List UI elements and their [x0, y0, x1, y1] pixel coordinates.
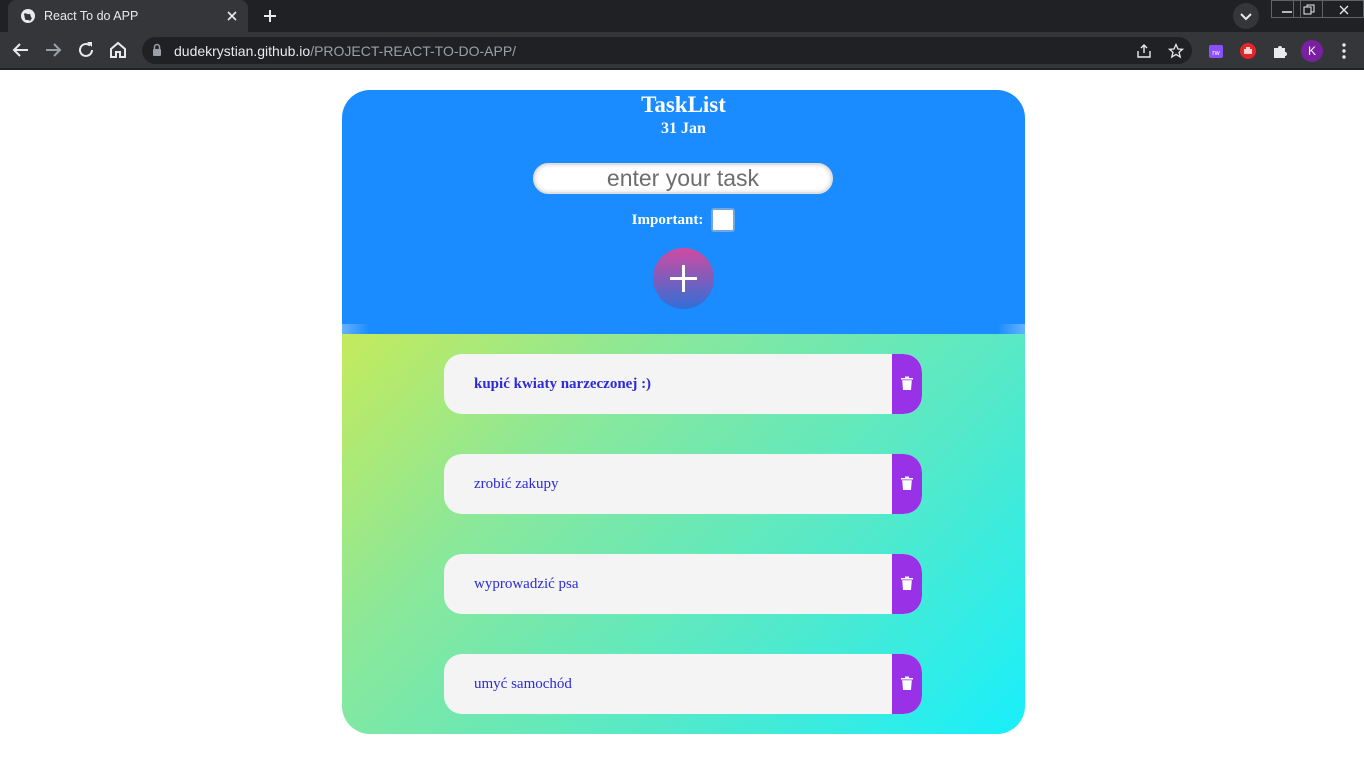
delete-task-button[interactable]	[892, 654, 922, 714]
extensions-puzzle-icon[interactable]	[1270, 41, 1290, 61]
home-icon[interactable]	[106, 38, 130, 62]
browser-toolbar: dudekrystian.github.io/PROJECT-REACT-TO-…	[0, 32, 1364, 68]
task-text: kupić kwiaty narzeczonej :)	[474, 376, 652, 392]
task-text: umyć samochód	[474, 676, 572, 692]
url-path: /PROJECT-REACT-TO-DO-APP/	[310, 43, 517, 59]
trash-icon	[901, 376, 913, 390]
plus-icon	[670, 265, 697, 292]
restore-button[interactable]	[1293, 0, 1323, 18]
url-text: dudekrystian.github.io/PROJECT-REACT-TO-…	[174, 43, 516, 59]
stop-hand-extension-icon[interactable]	[1238, 41, 1258, 61]
important-row: Important:	[342, 208, 1025, 232]
share-icon[interactable]	[1136, 43, 1152, 59]
new-tab-button[interactable]	[257, 4, 283, 28]
add-task-button[interactable]	[653, 248, 714, 309]
task-list: kupić kwiaty narzeczonej :) zrobić zakup…	[342, 334, 1025, 734]
task-item: wyprowadzić psa	[444, 554, 922, 614]
task-item: kupić kwiaty narzeczonej :)	[444, 354, 922, 414]
extension-puzzle-badge-icon[interactable]: rw	[1206, 41, 1226, 61]
delete-task-button[interactable]	[892, 554, 922, 614]
tab-title: React To do APP	[44, 9, 139, 23]
delete-task-button[interactable]	[892, 354, 922, 414]
forward-arrow-icon[interactable]	[41, 38, 65, 62]
trash-icon	[901, 576, 913, 590]
important-label: Important:	[631, 211, 704, 228]
trash-icon	[901, 676, 913, 690]
close-window-button[interactable]	[1322, 0, 1364, 18]
app-title: TaskList	[641, 92, 726, 117]
app-header: TaskList 31 Jan Important:	[342, 90, 1025, 334]
lock-icon	[150, 43, 164, 57]
globe-icon	[20, 8, 36, 24]
more-menu-icon[interactable]	[1336, 42, 1352, 60]
url-domain: dudekrystian.github.io	[174, 43, 311, 59]
address-bar[interactable]: dudekrystian.github.io/PROJECT-REACT-TO-…	[142, 37, 1192, 64]
bookmark-star-icon[interactable]	[1167, 42, 1185, 59]
todo-app: TaskList 31 Jan Important: kupić kwiaty …	[342, 90, 1025, 734]
reload-icon[interactable]	[74, 38, 98, 62]
current-date: 31 Jan	[661, 120, 706, 137]
back-arrow-icon[interactable]	[9, 38, 33, 62]
toolbar-divider	[0, 68, 1364, 70]
browser-tab-bar: React To do APP	[0, 0, 1364, 32]
task-input[interactable]	[533, 163, 833, 194]
task-item: umyć samochód	[444, 654, 922, 714]
browser-tab[interactable]: React To do APP	[8, 0, 248, 32]
tab-search-button[interactable]	[1233, 3, 1259, 29]
profile-avatar[interactable]: K	[1301, 40, 1323, 62]
svg-text:rw: rw	[1212, 50, 1220, 57]
task-text: zrobić zakupy	[474, 476, 559, 492]
important-checkbox[interactable]	[711, 208, 736, 232]
delete-task-button[interactable]	[892, 454, 922, 514]
trash-icon	[901, 476, 913, 490]
task-text: wyprowadzić psa	[474, 576, 579, 592]
close-tab-icon[interactable]	[224, 8, 240, 24]
task-item: zrobić zakupy	[444, 454, 922, 514]
